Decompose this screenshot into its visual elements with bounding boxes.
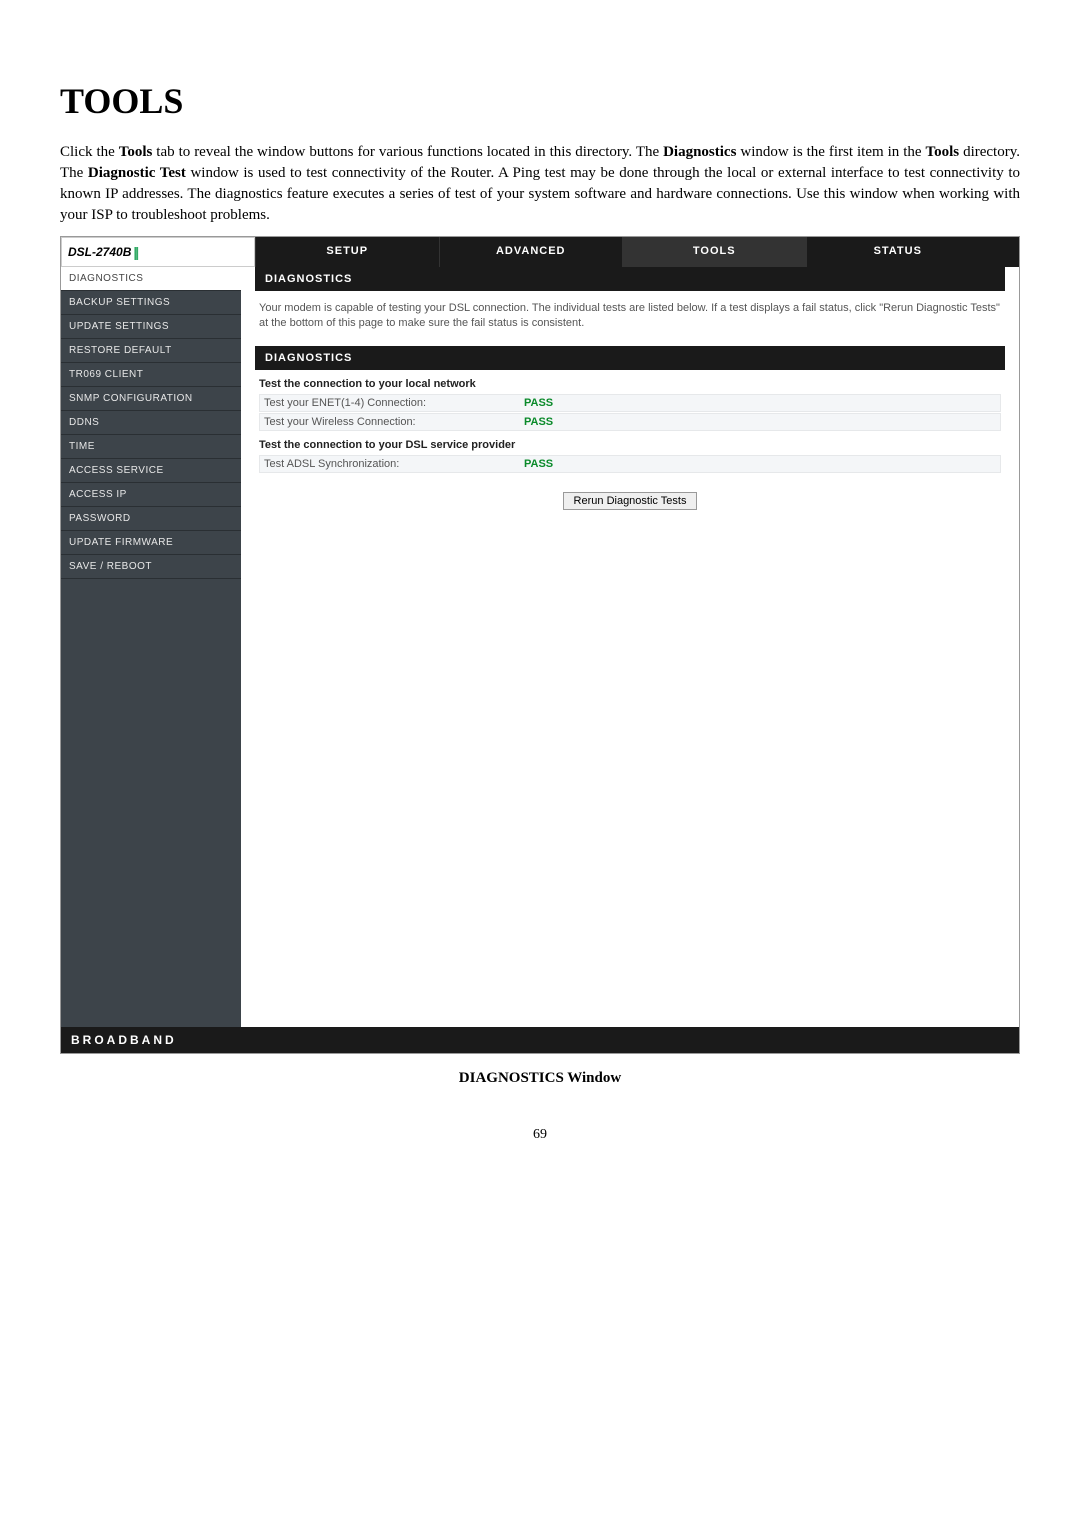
- page-title: TOOLS: [60, 80, 1020, 122]
- tab-setup[interactable]: SETUP: [255, 237, 439, 267]
- logo-bars-icon: ||: [133, 244, 137, 260]
- tab-status[interactable]: STATUS: [806, 237, 990, 267]
- router-screenshot: DSL-2740B || SETUP ADVANCED TOOLS STATUS…: [60, 236, 1020, 1054]
- sidebar-item-time[interactable]: TIME: [61, 435, 241, 459]
- sidebar-item-save-reboot[interactable]: SAVE / REBOOT: [61, 555, 241, 579]
- sidebar-item-access-service[interactable]: ACCESS SERVICE: [61, 459, 241, 483]
- main-content: DIAGNOSTICS Your modem is capable of tes…: [241, 267, 1019, 1027]
- product-name: DSL-2740B: [68, 245, 131, 259]
- test-row-enet: Test your ENET(1-4) Connection: PASS: [259, 394, 1001, 412]
- sidebar: DIAGNOSTICS BACKUP SETTINGS UPDATE SETTI…: [61, 267, 241, 1027]
- test-result-enet: PASS: [524, 397, 553, 409]
- panel-header-diagnostics-results: DIAGNOSTICS: [255, 346, 1005, 370]
- sidebar-item-update-settings[interactable]: UPDATE SETTINGS: [61, 315, 241, 339]
- intro-paragraph: Click the Tools tab to reveal the window…: [60, 142, 1020, 226]
- footer-broadband: BROADBAND: [61, 1027, 1019, 1053]
- test-row-adsl-sync: Test ADSL Synchronization: PASS: [259, 455, 1001, 473]
- top-nav: SETUP ADVANCED TOOLS STATUS: [255, 237, 1019, 267]
- section-local-network: Test the connection to your local networ…: [259, 378, 1001, 390]
- test-result-wireless: PASS: [524, 416, 553, 428]
- rerun-row: Rerun Diagnostic Tests: [255, 491, 1005, 510]
- product-logo: DSL-2740B ||: [61, 237, 255, 267]
- router-body: DIAGNOSTICS BACKUP SETTINGS UPDATE SETTI…: [61, 267, 1019, 1027]
- sidebar-item-backup-settings[interactable]: BACKUP SETTINGS: [61, 291, 241, 315]
- test-result-adsl-sync: PASS: [524, 458, 553, 470]
- sidebar-item-tr069-client[interactable]: TR069 CLIENT: [61, 363, 241, 387]
- tab-tools[interactable]: TOOLS: [622, 237, 806, 267]
- sidebar-item-restore-default[interactable]: RESTORE DEFAULT: [61, 339, 241, 363]
- rerun-diagnostic-tests-button[interactable]: Rerun Diagnostic Tests: [563, 492, 698, 510]
- figure-caption: DIAGNOSTICS Window: [60, 1070, 1020, 1087]
- page-number: 69: [60, 1127, 1020, 1143]
- panel-description: Your modem is capable of testing your DS…: [255, 291, 1005, 346]
- test-label-enet: Test your ENET(1-4) Connection:: [264, 397, 524, 409]
- test-label-adsl-sync: Test ADSL Synchronization:: [264, 458, 524, 470]
- sidebar-item-diagnostics[interactable]: DIAGNOSTICS: [61, 267, 241, 291]
- tab-spacer: [989, 237, 1019, 267]
- sidebar-item-access-ip[interactable]: ACCESS IP: [61, 483, 241, 507]
- sidebar-item-snmp-configuration[interactable]: SNMP CONFIGURATION: [61, 387, 241, 411]
- router-header: DSL-2740B || SETUP ADVANCED TOOLS STATUS: [61, 237, 1019, 267]
- sidebar-item-password[interactable]: PASSWORD: [61, 507, 241, 531]
- test-row-wireless: Test your Wireless Connection: PASS: [259, 413, 1001, 431]
- tab-advanced[interactable]: ADVANCED: [439, 237, 623, 267]
- sidebar-item-update-firmware[interactable]: UPDATE FIRMWARE: [61, 531, 241, 555]
- section-dsl-provider: Test the connection to your DSL service …: [259, 439, 1001, 451]
- test-label-wireless: Test your Wireless Connection:: [264, 416, 524, 428]
- panel-header-diagnostics-top: DIAGNOSTICS: [255, 267, 1005, 291]
- sidebar-item-ddns[interactable]: DDNS: [61, 411, 241, 435]
